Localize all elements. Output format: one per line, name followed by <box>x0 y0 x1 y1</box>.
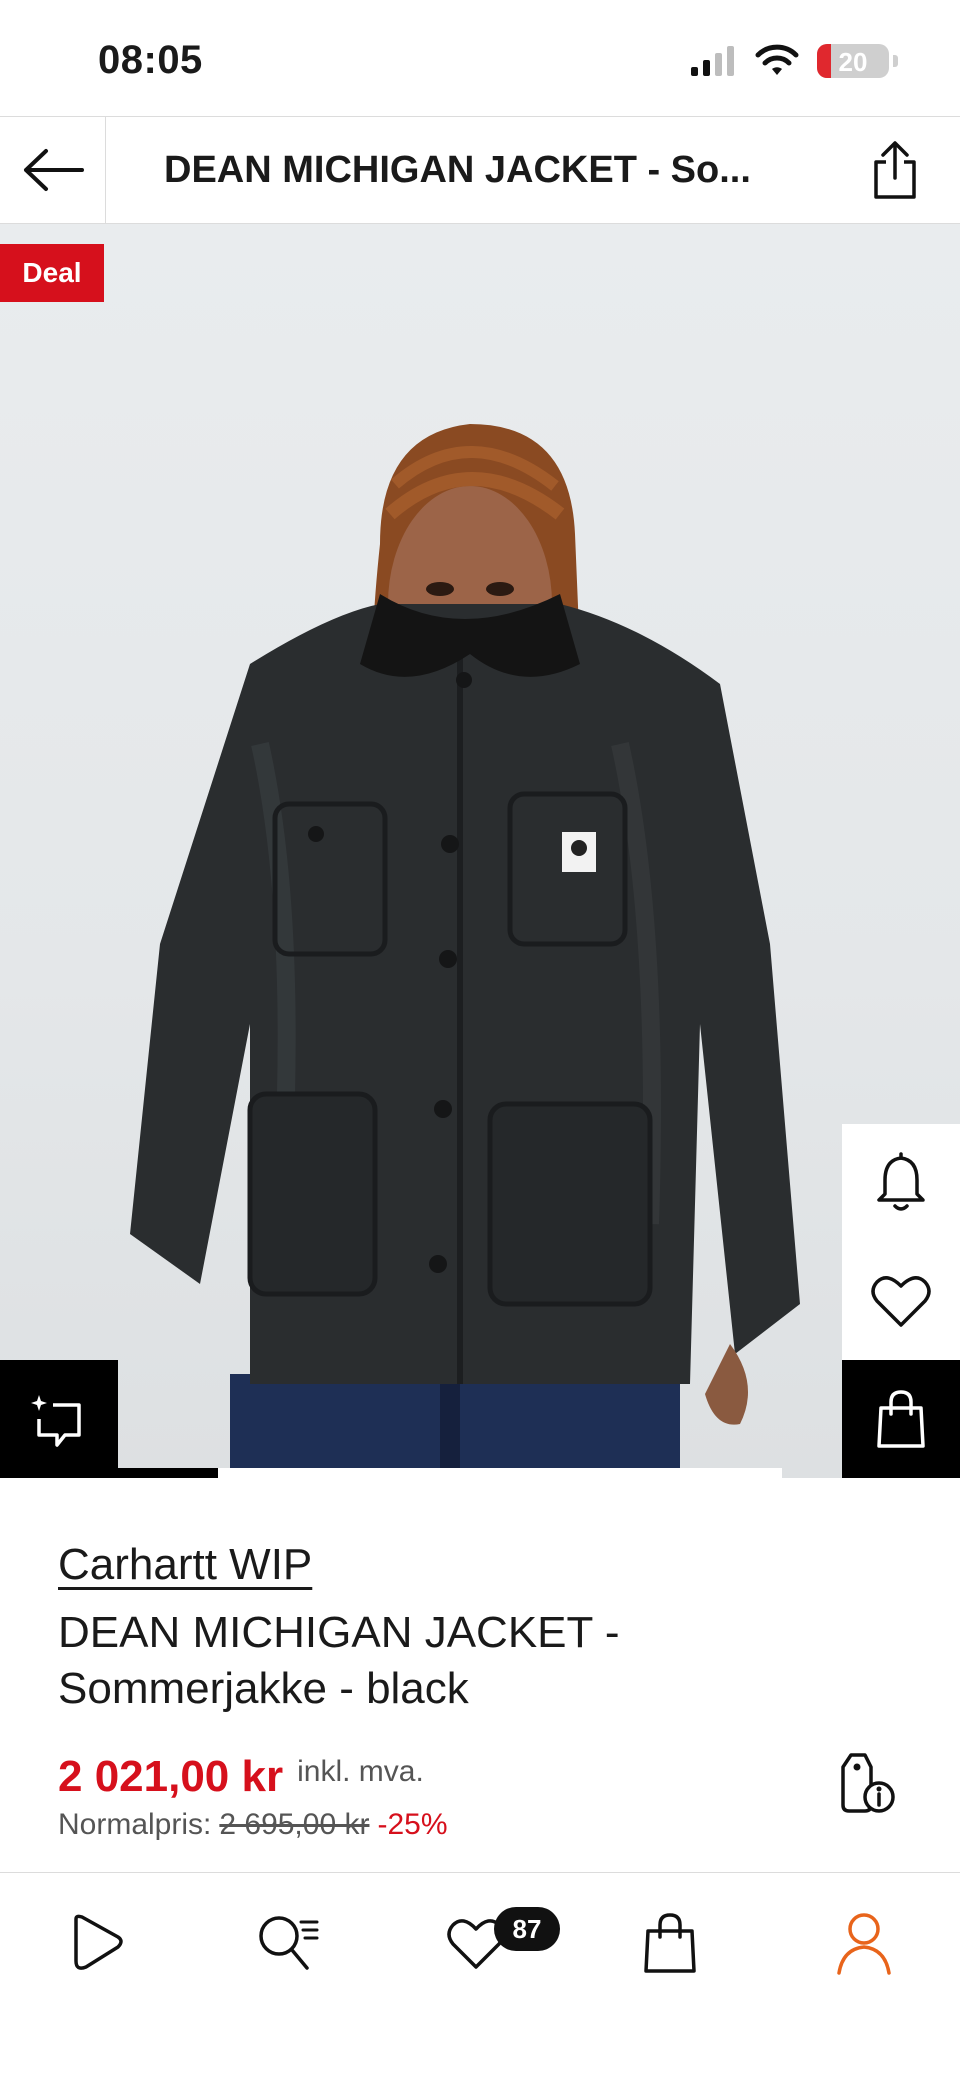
nav-home[interactable] <box>56 1903 136 1983</box>
battery-indicator: 20 <box>817 44 889 78</box>
find-similar-button[interactable] <box>0 1360 118 1478</box>
product-name: DEAN MICHIGAN JACKET - Sommerjakke - bla… <box>58 1608 620 1713</box>
bell-icon <box>877 1152 925 1211</box>
share-button[interactable] <box>860 135 930 205</box>
top-header: DEAN MICHIGAN JACKET - So... <box>0 116 960 224</box>
current-price: 2 021,00 kr <box>58 1752 284 1801</box>
wifi-icon <box>755 44 799 75</box>
gallery-progress-fill <box>118 1468 218 1478</box>
bag-icon <box>644 1913 696 1973</box>
price-row: 2 021,00 kr inkl. mva. <box>58 1752 424 1802</box>
heart-icon <box>871 1276 931 1327</box>
find-similar-icon <box>31 1395 81 1447</box>
nav-profile[interactable] <box>824 1903 904 1983</box>
normal-price-label: Normalpris: <box>58 1808 212 1841</box>
vat-label: inkl. mva. <box>297 1755 424 1788</box>
page-title: DEAN MICHIGAN JACKET - So... <box>164 149 751 191</box>
home-play-icon <box>74 1914 123 1970</box>
discount-label: -25% <box>377 1808 448 1841</box>
battery-level: 20 <box>838 47 868 77</box>
shopping-bag-icon <box>877 1390 925 1448</box>
share-icon <box>874 141 916 199</box>
notify-button[interactable] <box>842 1124 960 1242</box>
status-icons: 20 <box>689 44 898 78</box>
add-to-wishlist-button[interactable] <box>842 1242 960 1360</box>
normal-price-row: Normalpris: 2 695,00 kr -25% <box>58 1808 448 1842</box>
battery-tip <box>893 55 898 67</box>
price-tag-info-icon <box>841 1753 895 1813</box>
status-bar: 08:05 20 <box>0 0 960 116</box>
normal-price: 2 695,00 kr <box>219 1808 370 1841</box>
product-photo <box>130 424 800 1478</box>
side-actions <box>842 1124 960 1478</box>
bottom-navigation: 87 <box>0 1872 960 2078</box>
nav-search[interactable] <box>248 1903 328 1983</box>
nav-bag[interactable] <box>630 1903 710 1983</box>
deal-badge: Deal <box>0 244 104 302</box>
gallery-progress <box>118 1468 782 1478</box>
back-button[interactable] <box>0 117 106 223</box>
arrow-left-icon <box>23 149 84 191</box>
signal-icon <box>691 46 734 76</box>
brand-link[interactable]: Carhartt WIP <box>58 1540 312 1590</box>
wishlist-count-badge: 87 <box>494 1907 560 1951</box>
product-image-gallery[interactable]: Deal <box>0 224 960 1478</box>
profile-icon <box>837 1913 891 1975</box>
search-icon <box>259 1916 319 1970</box>
status-time: 08:05 <box>98 38 203 82</box>
price-info-button[interactable] <box>832 1746 904 1818</box>
add-to-bag-button[interactable] <box>842 1360 960 1478</box>
